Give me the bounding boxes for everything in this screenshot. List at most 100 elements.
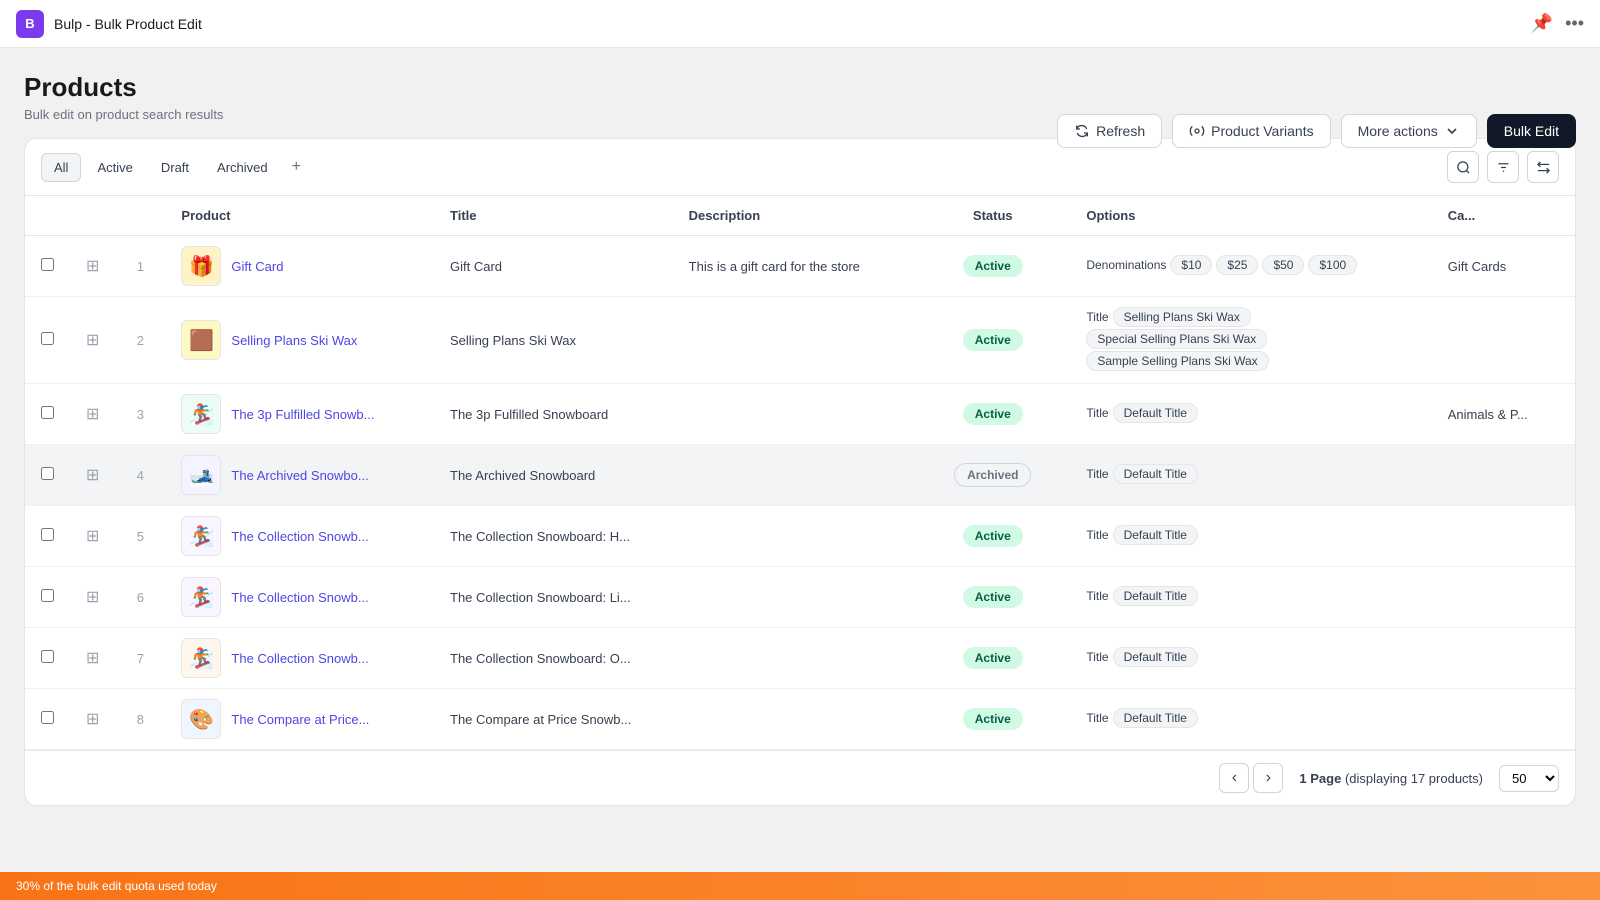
option-tag: Default Title (1113, 403, 1198, 423)
product-cell: 🏂 The Collection Snowb... (165, 567, 434, 628)
expand-row-button[interactable]: ⊞ (70, 567, 115, 628)
row-checkbox[interactable] (41, 589, 54, 602)
status-badge: Active (963, 708, 1023, 730)
product-thumbnail: 🏂 (181, 394, 221, 434)
product-cell: 🟫 Selling Plans Ski Wax (165, 297, 434, 384)
option-tag: Default Title (1113, 708, 1198, 728)
prev-page-button[interactable]: ‹ (1219, 763, 1249, 793)
row-checkbox[interactable] (41, 406, 54, 419)
tab-draft[interactable]: Draft (149, 154, 201, 181)
title-cell: Selling Plans Ski Wax (434, 297, 673, 384)
status-badge: Active (963, 403, 1023, 425)
product-thumbnail: 🏂 (181, 516, 221, 556)
options-cell: TitleDefault Title (1070, 628, 1431, 689)
expand-row-button[interactable]: ⊞ (70, 628, 115, 689)
sort-button[interactable] (1527, 151, 1559, 183)
category-cell (1432, 567, 1575, 628)
description-cell (673, 506, 916, 567)
refresh-button[interactable]: Refresh (1057, 114, 1162, 148)
table-row: ⊞7 🏂 The Collection Snowb... The Collect… (25, 628, 1575, 689)
option-label: Title (1086, 650, 1108, 664)
next-page-button[interactable]: › (1253, 763, 1283, 793)
col-title-header: Title (434, 196, 673, 236)
expand-row-button[interactable]: ⊞ (70, 506, 115, 567)
table-row: ⊞2 🟫 Selling Plans Ski Wax Selling Plans… (25, 297, 1575, 384)
col-status-header: Status (915, 196, 1070, 236)
more-actions-button[interactable]: More actions (1341, 114, 1477, 148)
col-product-header: Product (165, 196, 434, 236)
row-number: 5 (115, 506, 165, 567)
category-cell (1432, 689, 1575, 750)
options-cell: TitleDefault Title (1070, 689, 1431, 750)
product-link[interactable]: The Archived Snowbo... (231, 468, 368, 483)
row-checkbox[interactable] (41, 528, 54, 541)
status-badge: Active (963, 255, 1023, 277)
category-cell (1432, 628, 1575, 689)
app-icon: B (16, 10, 44, 38)
category-cell (1432, 445, 1575, 506)
topbar-more-icon[interactable]: ••• (1565, 13, 1584, 34)
row-number: 8 (115, 689, 165, 750)
table-row: ⊞4 🎿 The Archived Snowbo... The Archived… (25, 445, 1575, 506)
option-tag: $100 (1308, 255, 1357, 275)
expand-row-button[interactable]: ⊞ (70, 689, 115, 750)
tab-all[interactable]: All (41, 153, 81, 182)
product-link[interactable]: Gift Card (231, 259, 283, 274)
product-thumbnail: 🟫 (181, 320, 221, 360)
product-link[interactable]: The Compare at Price... (231, 712, 369, 727)
col-expand (70, 196, 115, 236)
option-tag: Selling Plans Ski Wax (1113, 307, 1251, 327)
tab-archived[interactable]: Archived (205, 154, 280, 181)
pin-icon[interactable]: 📌 (1531, 13, 1553, 34)
row-checkbox[interactable] (41, 258, 54, 271)
product-cell: 🏂 The 3p Fulfilled Snowb... (165, 384, 434, 445)
product-link[interactable]: The Collection Snowb... (231, 651, 368, 666)
options-cell: TitleDefault Title (1070, 567, 1431, 628)
product-cell: 🎁 Gift Card (165, 236, 434, 297)
option-tag: $10 (1170, 255, 1212, 275)
expand-row-button[interactable]: ⊞ (70, 297, 115, 384)
bulk-edit-button[interactable]: Bulk Edit (1487, 114, 1576, 148)
description-cell: This is a gift card for the store (673, 236, 916, 297)
row-checkbox[interactable] (41, 467, 54, 480)
product-link[interactable]: Selling Plans Ski Wax (231, 333, 357, 348)
tab-active[interactable]: Active (85, 154, 144, 181)
page-title: Products (24, 72, 1576, 103)
status-badge: Archived (954, 463, 1031, 487)
row-number: 3 (115, 384, 165, 445)
row-checkbox[interactable] (41, 711, 54, 724)
per-page-select[interactable]: 50 25 100 (1499, 765, 1559, 792)
options-cell: Denominations$10$25$50$100 (1070, 236, 1431, 297)
row-checkbox[interactable] (41, 332, 54, 345)
expand-row-button[interactable]: ⊞ (70, 236, 115, 297)
app-title: Bulp - Bulk Product Edit (54, 16, 202, 32)
option-label: Denominations (1086, 258, 1166, 272)
search-button[interactable] (1447, 151, 1479, 183)
product-thumbnail: 🎁 (181, 246, 221, 286)
col-desc-header: Description (673, 196, 916, 236)
product-link[interactable]: The 3p Fulfilled Snowb... (231, 407, 374, 422)
product-thumbnail: 🎨 (181, 699, 221, 739)
product-link[interactable]: The Collection Snowb... (231, 590, 368, 605)
option-label: Title (1086, 528, 1108, 542)
category-cell: Gift Cards (1432, 236, 1575, 297)
title-cell: The Compare at Price Snowb... (434, 689, 673, 750)
product-link[interactable]: The Collection Snowb... (231, 529, 368, 544)
description-cell (673, 567, 916, 628)
product-cell: 🏂 The Collection Snowb... (165, 628, 434, 689)
status-badge: Active (963, 586, 1023, 608)
row-checkbox[interactable] (41, 650, 54, 663)
product-thumbnail: 🏂 (181, 577, 221, 617)
filter-button[interactable] (1487, 151, 1519, 183)
row-number: 7 (115, 628, 165, 689)
status-cell: Active (915, 506, 1070, 567)
option-label: Title (1086, 467, 1108, 481)
expand-row-button[interactable]: ⊞ (70, 445, 115, 506)
tab-add-button[interactable]: + (284, 154, 309, 180)
title-cell: The Archived Snowboard (434, 445, 673, 506)
table-row: ⊞3 🏂 The 3p Fulfilled Snowb... The 3p Fu… (25, 384, 1575, 445)
product-variants-button[interactable]: Product Variants (1172, 114, 1330, 148)
row-number: 1 (115, 236, 165, 297)
expand-row-button[interactable]: ⊞ (70, 384, 115, 445)
table-row: ⊞8 🎨 The Compare at Price... The Compare… (25, 689, 1575, 750)
